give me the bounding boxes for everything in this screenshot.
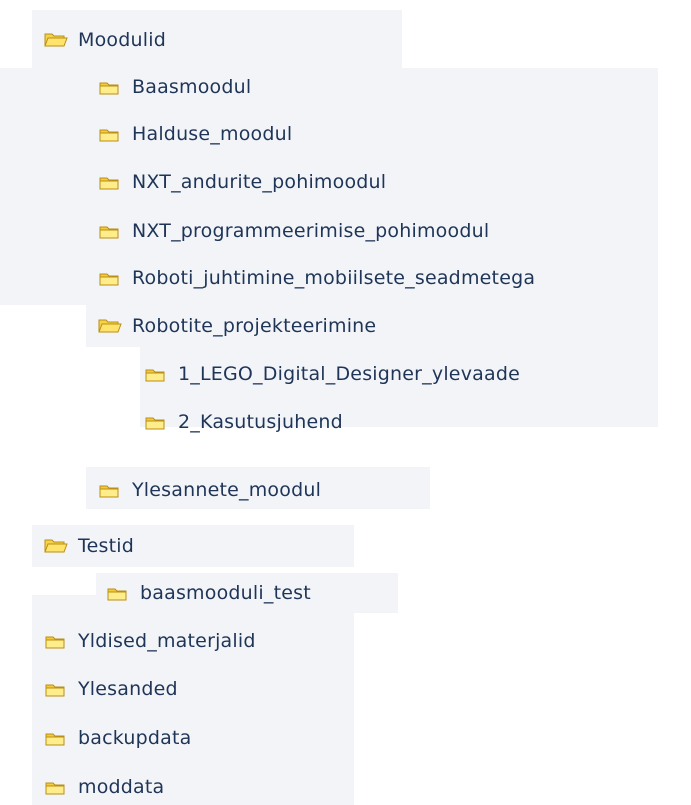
tree-label: Ylesanded — [78, 678, 178, 700]
tree-node-kasutusjuhend[interactable]: 2_Kasutusjuhend — [144, 405, 343, 439]
tree-label: Moodulid — [78, 29, 166, 51]
folder-open-icon — [98, 316, 122, 336]
tree-node-halduse-moodul[interactable]: Halduse_moodul — [98, 117, 292, 151]
tree-node-robotite-projekteerimine[interactable]: Robotite_projekteerimine — [98, 309, 376, 343]
tree-label: Testid — [78, 535, 134, 557]
folder-closed-icon — [44, 777, 68, 797]
tree-label: backupdata — [78, 727, 192, 749]
tree-node-ylesanded[interactable]: Ylesanded — [44, 672, 178, 706]
tree-node-nxt-programmeerimise[interactable]: NXT_programmeerimise_pohimoodul — [98, 214, 489, 248]
tree-node-testid[interactable]: Testid — [44, 529, 134, 563]
tree-label: Baasmoodul — [132, 76, 252, 98]
folder-closed-icon — [98, 172, 122, 192]
tree-node-moddata[interactable]: moddata — [44, 770, 164, 804]
folder-open-icon — [44, 536, 68, 556]
tree-node-baasmooduli-test[interactable]: baasmooduli_test — [106, 576, 311, 610]
tree-node-roboti-juhtimine[interactable]: Roboti_juhtimine_mobiilsete_seadmetega — [98, 261, 535, 295]
tree-label: 2_Kasutusjuhend — [178, 411, 343, 433]
tree-label: moddata — [78, 776, 165, 798]
tree-label: Halduse_moodul — [132, 123, 293, 145]
folder-closed-icon — [98, 480, 122, 500]
folder-closed-icon — [44, 631, 68, 651]
folder-closed-icon — [144, 412, 168, 432]
tree-node-lego-digital-designer[interactable]: 1_LEGO_Digital_Designer_ylevaade — [144, 357, 520, 391]
folder-closed-icon — [98, 124, 122, 144]
folder-closed-icon — [98, 77, 122, 97]
tree-node-ylesannete-moodul[interactable]: Ylesannete_moodul — [98, 473, 321, 507]
tree-label: NXT_andurite_pohimoodul — [132, 171, 387, 193]
folder-closed-icon — [106, 583, 130, 603]
tree-label: baasmooduli_test — [140, 582, 311, 604]
tree-node-nxt-andurite[interactable]: NXT_andurite_pohimoodul — [98, 165, 386, 199]
tree-node-yldised-materjalid[interactable]: Yldised_materjalid — [44, 624, 256, 658]
folder-closed-icon — [98, 221, 122, 241]
folder-open-icon — [44, 30, 68, 50]
folder-closed-icon — [144, 364, 168, 384]
tree-node-moodulid[interactable]: Moodulid — [44, 23, 166, 57]
tree-label: Yldised_materjalid — [78, 630, 256, 652]
folder-closed-icon — [44, 679, 68, 699]
folder-closed-icon — [44, 728, 68, 748]
tree-node-baasmoodul[interactable]: Baasmoodul — [98, 70, 251, 104]
tree-label: Ylesannete_moodul — [132, 479, 322, 501]
tree-label: 1_LEGO_Digital_Designer_ylevaade — [178, 363, 520, 385]
tree-label: Robotite_projekteerimine — [132, 315, 377, 337]
tree-node-backupdata[interactable]: backupdata — [44, 721, 191, 755]
tree-label: Roboti_juhtimine_mobiilsete_seadmetega — [132, 267, 536, 289]
tree-label: NXT_programmeerimise_pohimoodul — [132, 220, 490, 242]
folder-tree-page: { "tree": { "root_moodulid": { "label": … — [0, 0, 691, 805]
folder-closed-icon — [98, 268, 122, 288]
